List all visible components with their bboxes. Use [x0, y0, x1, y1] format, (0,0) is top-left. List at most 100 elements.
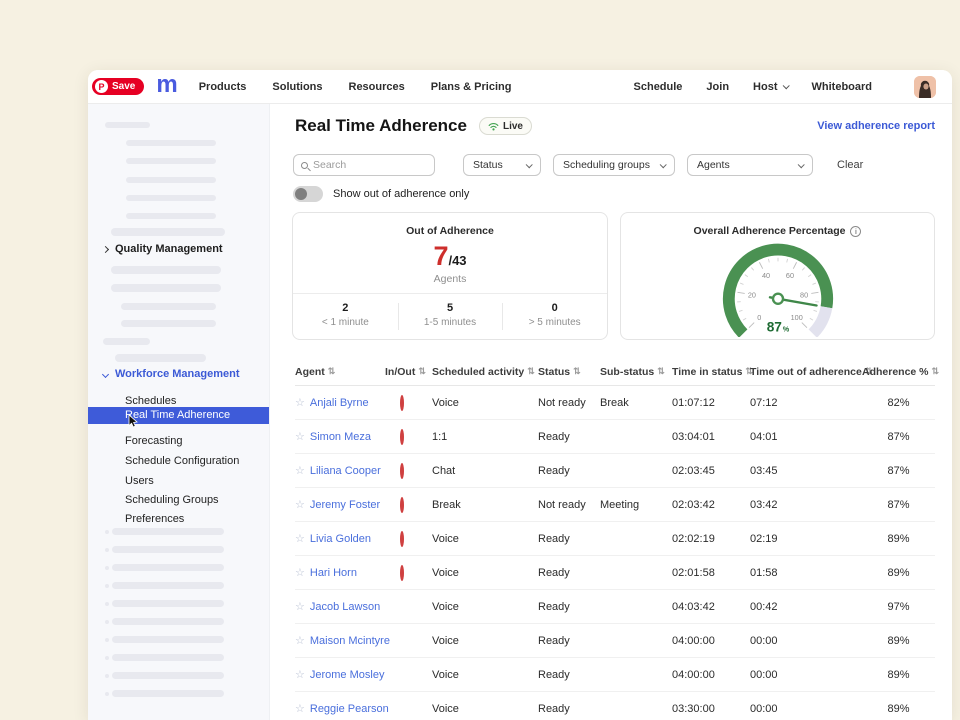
time-out-of-adherence-cell: 03:45 [750, 465, 862, 477]
sort-icon: ⇅ [418, 366, 426, 377]
star-icon[interactable]: ☆ [295, 600, 305, 613]
table-row: ☆ Maison Mcintyre Voice Ready 04:00:00 0… [295, 624, 935, 658]
toggle-knob [295, 188, 307, 200]
nav-item-plans-pricing[interactable]: Plans & Pricing [431, 81, 512, 93]
skeleton-bar [112, 672, 224, 679]
time-out-of-adherence-cell: 01:58 [750, 567, 862, 579]
column-header[interactable]: Agent⇅ [295, 366, 385, 378]
chevron-right-icon [102, 245, 109, 252]
column-header[interactable]: Status⇅ [538, 366, 600, 378]
agent-link[interactable]: Reggie Pearson [310, 703, 389, 715]
svg-text:60: 60 [785, 271, 793, 280]
star-icon[interactable]: ☆ [295, 464, 305, 477]
time-in-status-cell: 03:04:01 [672, 431, 750, 443]
nav-item-products[interactable]: Products [199, 81, 247, 93]
sidebar-item-workforce-management[interactable]: Workforce Management [103, 368, 240, 380]
overall-adherence-card: Overall Adherence Percentage i 020406080… [620, 212, 935, 340]
nav-item-resources[interactable]: Resources [349, 81, 405, 93]
app-window: P Save m Products Solutions Resources Pl… [88, 70, 952, 720]
scheduling-groups-dropdown[interactable]: Scheduling groups [553, 154, 675, 176]
star-icon[interactable]: ☆ [295, 702, 305, 715]
sidebar-item-preferences[interactable]: Preferences [88, 511, 269, 528]
nav-item-join[interactable]: Join [706, 81, 729, 93]
svg-text:80: 80 [800, 290, 808, 299]
user-avatar[interactable] [914, 76, 936, 98]
time-out-of-adherence-cell: 00:00 [750, 635, 862, 647]
table-row: ☆ Jacob Lawson Voice Ready 04:03:42 00:4… [295, 590, 935, 624]
star-icon[interactable]: ☆ [295, 430, 305, 443]
skeleton-bar [112, 600, 224, 607]
star-icon[interactable]: ☆ [295, 566, 305, 579]
star-icon[interactable]: ☆ [295, 498, 305, 511]
skeleton-bar [126, 195, 216, 201]
table-row: ☆ Livia Golden Voice Ready 02:02:19 02:1… [295, 522, 935, 556]
status-cell: Ready [538, 669, 600, 681]
column-header[interactable]: Adherence %⇅ [862, 366, 935, 378]
sidebar-item-users[interactable]: Users [88, 473, 269, 490]
column-header[interactable]: Time out of adherence⇅ [750, 366, 862, 378]
status-cell: Ready [538, 703, 600, 715]
agent-link[interactable]: Livia Golden [310, 533, 371, 545]
status-cell: Ready [538, 533, 600, 545]
view-adherence-report-link[interactable]: View adherence report [817, 120, 935, 132]
out-of-adherence-toggle[interactable] [293, 186, 323, 202]
nav-item-whiteboard[interactable]: Whiteboard [812, 81, 873, 93]
table-row: ☆ Reggie Pearson Voice Ready 03:30:00 00… [295, 692, 935, 720]
star-icon[interactable]: ☆ [295, 634, 305, 647]
adherence-percent-cell: 89% [862, 703, 935, 715]
agent-link[interactable]: Jacob Lawson [310, 601, 380, 613]
chevron-down-icon [526, 161, 533, 168]
nav-item-solutions[interactable]: Solutions [272, 81, 322, 93]
avatar-image [914, 76, 936, 98]
column-header[interactable]: Time in status⇅ [672, 366, 750, 378]
pinterest-save-button[interactable]: P Save [92, 78, 144, 95]
agent-link[interactable]: Hari Horn [310, 567, 357, 579]
sidebar-item-schedule-configuration[interactable]: Schedule Configuration [88, 453, 269, 470]
page-title: Real Time Adherence [295, 116, 467, 136]
column-header[interactable]: In/Out⇅ [385, 366, 432, 378]
star-icon[interactable]: ☆ [295, 532, 305, 545]
search-input-wrapper [293, 154, 435, 176]
time-out-of-adherence-cell: 00:00 [750, 669, 862, 681]
svg-text:20: 20 [747, 290, 755, 299]
scheduled-activity-cell: Voice [432, 601, 538, 613]
status-dropdown[interactable]: Status [463, 154, 541, 176]
sidebar-item-quality-management[interactable]: Quality Management [103, 243, 223, 255]
skeleton-bar [126, 177, 216, 183]
agent-link[interactable]: Jeremy Foster [310, 499, 380, 511]
time-in-status-cell: 02:01:58 [672, 567, 750, 579]
sidebar-item-real-time-adherence[interactable]: Real Time Adherence [88, 407, 269, 424]
time-in-status-cell: 04:03:42 [672, 601, 750, 613]
agent-link[interactable]: Jerome Mosley [310, 669, 385, 681]
sort-icon: ⇅ [657, 366, 665, 377]
in-out-indicator [400, 429, 404, 445]
sub-status-cell: Meeting [600, 499, 672, 511]
nav-right-links: Schedule Join Host Whiteboard [634, 76, 936, 98]
agent-link[interactable]: Anjali Byrne [310, 397, 369, 409]
in-out-indicator [400, 531, 404, 547]
skeleton-bar [103, 338, 150, 345]
agents-dropdown[interactable]: Agents [687, 154, 813, 176]
nav-item-schedule[interactable]: Schedule [634, 81, 683, 93]
agent-link[interactable]: Liliana Cooper [310, 465, 381, 477]
agent-link[interactable]: Maison Mcintyre [310, 635, 390, 647]
adherence-gauge: 02040608010087% [676, 235, 880, 337]
skeleton-bar [112, 528, 224, 535]
sidebar-item-forecasting[interactable]: Forecasting [88, 433, 269, 450]
live-signal-icon [488, 122, 499, 131]
chevron-down-icon [102, 370, 109, 377]
adherence-percent-cell: 87% [862, 499, 935, 511]
clear-filters-button[interactable]: Clear [837, 159, 863, 171]
nav-item-host[interactable]: Host [753, 81, 787, 93]
agent-link[interactable]: Simon Meza [310, 431, 371, 443]
brand-logo[interactable]: m [156, 73, 176, 101]
time-out-of-adherence-cell: 04:01 [750, 431, 862, 443]
star-icon[interactable]: ☆ [295, 396, 305, 409]
sidebar-item-scheduling-groups[interactable]: Scheduling Groups [88, 492, 269, 509]
column-header[interactable]: Scheduled activity⇅ [432, 366, 538, 378]
star-icon[interactable]: ☆ [295, 668, 305, 681]
skeleton-bar [126, 158, 216, 164]
column-header[interactable]: Sub-status⇅ [600, 366, 672, 378]
table-row: ☆ Jeremy Foster Break Not ready Meeting … [295, 488, 935, 522]
search-input[interactable] [313, 159, 427, 171]
